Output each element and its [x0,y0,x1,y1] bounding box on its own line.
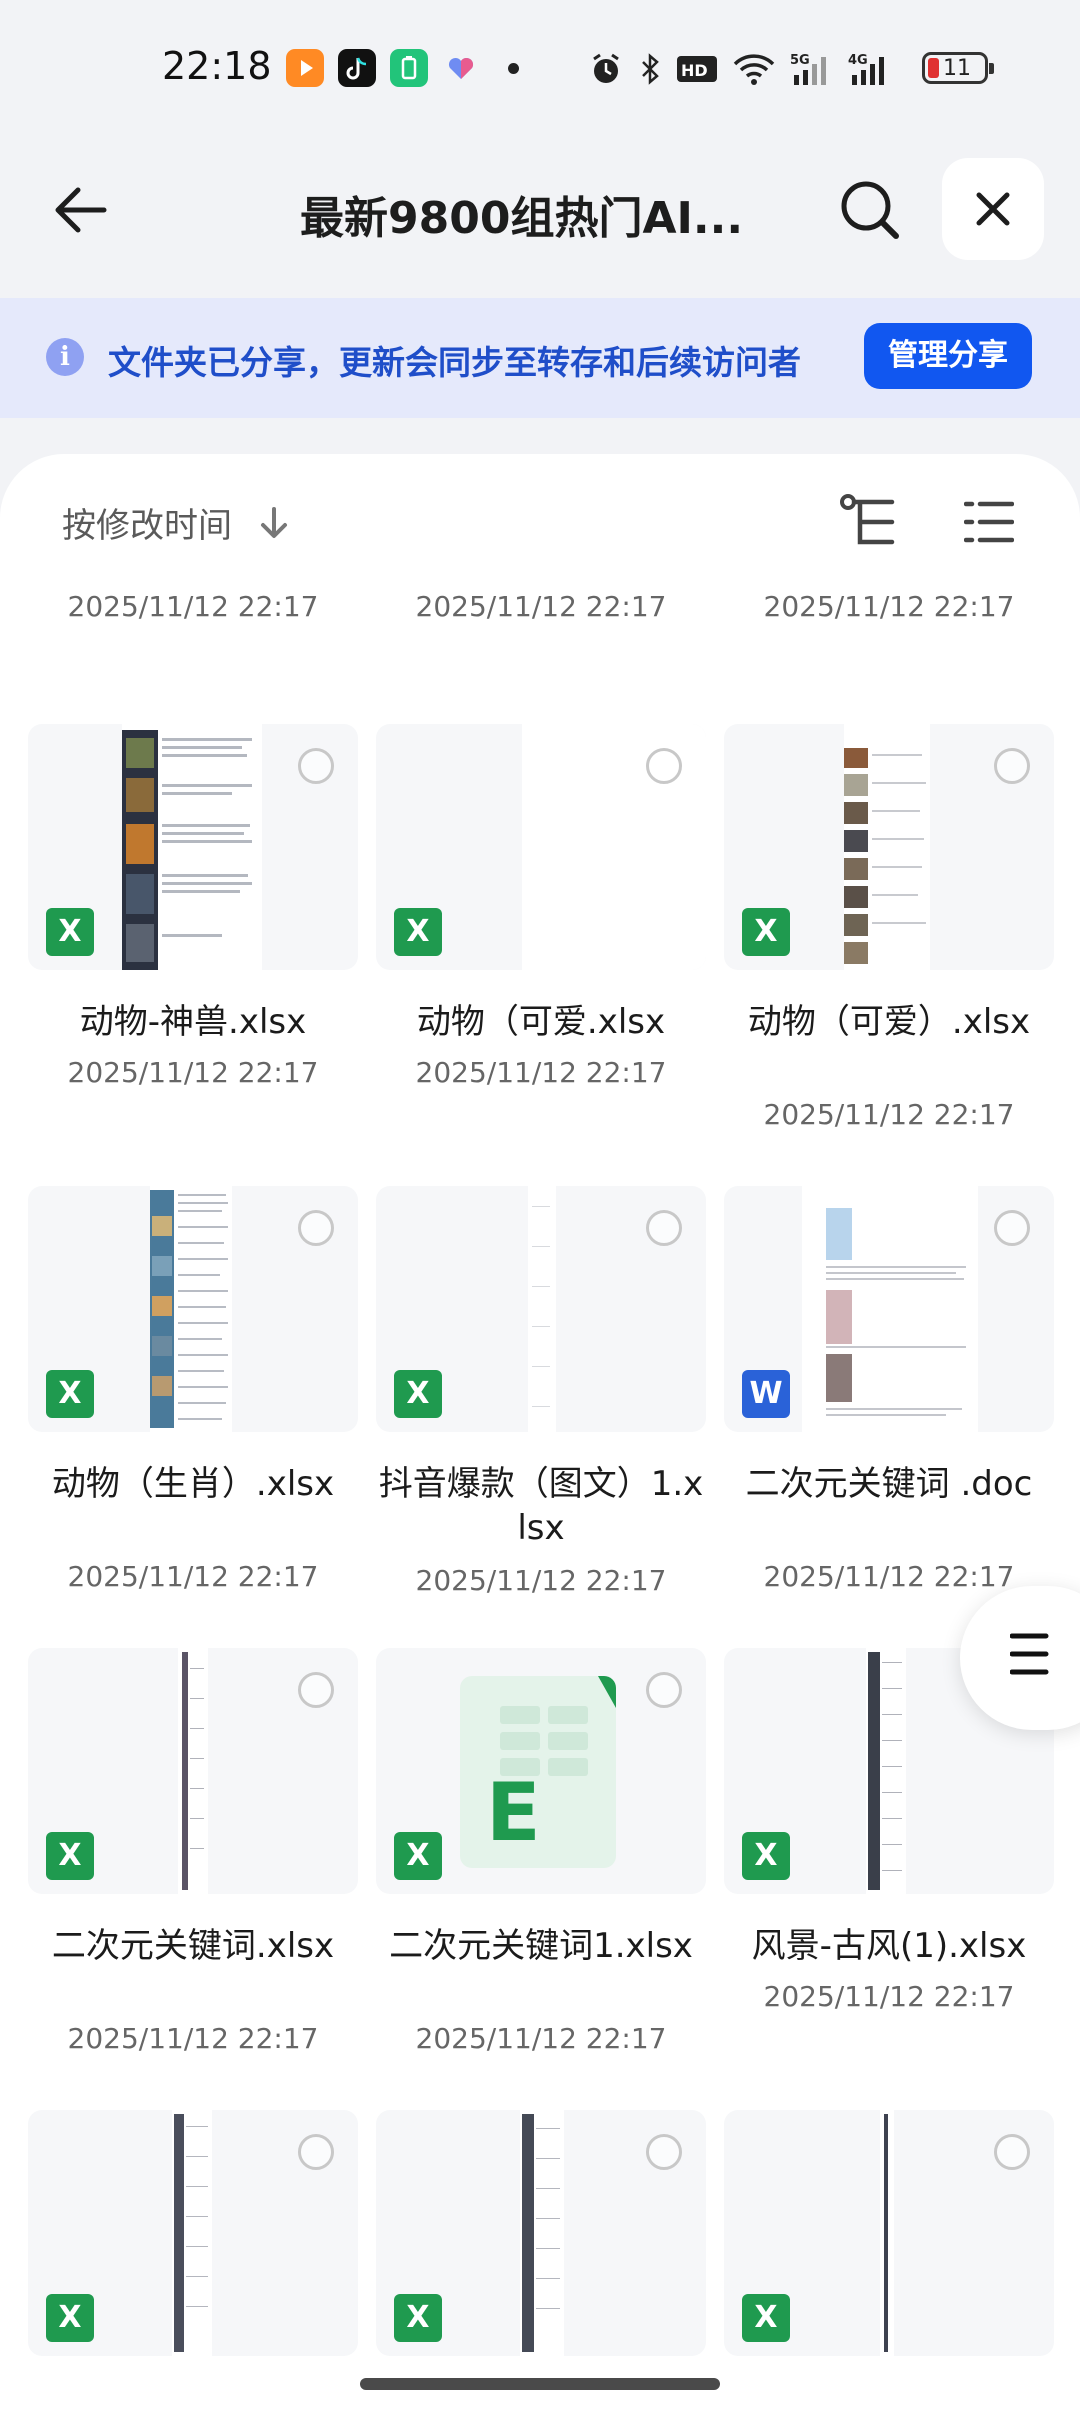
file-date: 2025/11/12 22:17 [67,2022,319,2055]
select-checkbox[interactable] [646,1672,682,1708]
file-date: 2025/11/12 22:17 [763,1980,1015,2013]
file-name: 动物（可爱.xlsx [416,1002,666,1042]
file-date: 2025/11/12 22:17 [763,1098,1015,1131]
page-title: 最新9800组热门AI... [300,193,744,244]
file-name: 动物（生肖）.xlsx [51,1464,335,1504]
sort-label: 按修改时间 [62,506,232,546]
select-checkbox[interactable] [646,748,682,784]
tree-view-button[interactable] [838,492,898,552]
file-thumbnail: X [724,2110,1054,2356]
arrow-left-icon [55,187,107,233]
select-checkbox[interactable] [646,2134,682,2170]
file-name: 二次元关键词 .doc [745,1464,1033,1504]
home-indicator[interactable] [360,2378,720,2390]
excel-file-icon: X [46,1370,94,1418]
excel-file-icon: X [394,1370,442,1418]
signal-4g-icon: 4G [848,49,892,89]
file-date: 2025/11/12 22:17 [763,1560,1015,1593]
select-checkbox[interactable] [994,1210,1030,1246]
file-name: 二次元关键词.xlsx [51,1926,335,1966]
close-button[interactable] [942,158,1044,260]
manage-share-button[interactable]: 管理分享 [864,323,1032,389]
select-checkbox[interactable] [298,2134,334,2170]
file-thumbnail: X [28,724,358,970]
svg-text:5G: 5G [790,53,810,68]
alarm-icon [588,49,624,89]
share-banner: i 文件夹已分享，更新会同步至转存和后续访问者 管理分享 [0,298,1080,418]
video-app-icon [286,49,324,87]
svg-text:HD: HD [681,61,708,80]
select-checkbox[interactable] [994,748,1030,784]
select-checkbox[interactable] [298,1210,334,1246]
battery-icon: 11 [922,52,994,84]
notification-dot [508,63,519,74]
list-view-button[interactable] [963,498,1015,546]
file-thumbnail: X [376,1186,706,1432]
excel-file-icon: X [394,1832,442,1880]
excel-file-icon: X [394,2294,442,2342]
battery-saver-app-icon [390,49,428,87]
file-thumbnail: E X [376,1648,706,1894]
file-thumbnail: X [724,724,1054,970]
file-name: 动物-神兽.xlsx [79,1002,307,1042]
file-date: 2025/11/12 22:17 [415,2022,667,2055]
excel-file-icon: X [742,908,790,956]
list-view-icon [963,501,1015,543]
share-banner-message: 文件夹已分享，更新会同步至转存和后续访问者 [108,343,801,382]
svg-text:E: E [486,1766,541,1859]
svg-text:4G: 4G [848,53,868,68]
battery-level: 11 [943,56,971,81]
file-date: 2025/11/12 22:17 [67,590,319,623]
wifi-icon [732,49,776,89]
file-thumbnail: X [28,1186,358,1432]
info-icon: i [46,338,84,376]
word-file-icon: W [742,1370,790,1418]
status-bar: 22:18 HD 5G 4G 11 [0,0,1080,140]
search-button[interactable] [838,178,902,242]
file-date: 2025/11/12 22:17 [67,1560,319,1593]
excel-file-icon: X [742,2294,790,2342]
file-thumbnail: X [28,1648,358,1894]
file-thumbnail: W [724,1186,1054,1432]
hd-icon: HD [676,49,718,89]
file-date: 2025/11/12 22:17 [67,1056,319,1089]
file-grid-panel: 按修改时间 2025/11/12 22:17 2025/11/12 22:17 … [0,454,1080,2412]
excel-file-icon: X [742,1832,790,1880]
back-button[interactable] [48,178,112,242]
excel-file-icon: X [46,2294,94,2342]
tree-view-icon [840,494,895,545]
file-date: 2025/11/12 22:17 [415,590,667,623]
signal-5g-icon: 5G [790,49,834,89]
heart-app-icon [442,49,480,87]
file-thumbnail: X [376,724,706,970]
select-checkbox[interactable] [994,2134,1030,2170]
file-date: 2025/11/12 22:17 [415,1056,667,1089]
excel-file-icon: X [46,1832,94,1880]
file-name: 抖音爆款（图文）1.xlsx [378,1464,704,1548]
top-app-bar: 最新9800组热门AI... [0,150,1080,270]
file-thumbnail: X [376,2110,706,2356]
excel-file-icon: X [394,908,442,956]
select-checkbox[interactable] [646,1210,682,1246]
arrow-down-icon [261,506,287,538]
tiktok-icon [338,49,376,87]
excel-file-icon: X [46,908,94,956]
file-date: 2025/11/12 22:17 [763,590,1015,623]
file-date: 2025/11/12 22:17 [415,1564,667,1597]
sort-selector[interactable]: 按修改时间 [62,498,290,547]
file-name: 风景-古风(1).xlsx [751,1926,1027,1966]
menu-icon [1010,1633,1049,1675]
search-icon [841,181,899,239]
file-thumbnail: X [28,2110,358,2356]
status-icons: HD 5G 4G [588,48,892,90]
file-name: 二次元关键词1.xlsx [389,1926,693,1966]
select-checkbox[interactable] [298,748,334,784]
bluetooth-icon [638,49,662,89]
status-time: 22:18 [162,44,272,88]
close-icon [976,192,1010,226]
select-checkbox[interactable] [298,1672,334,1708]
file-name: 动物（可爱）.xlsx [747,1002,1031,1042]
